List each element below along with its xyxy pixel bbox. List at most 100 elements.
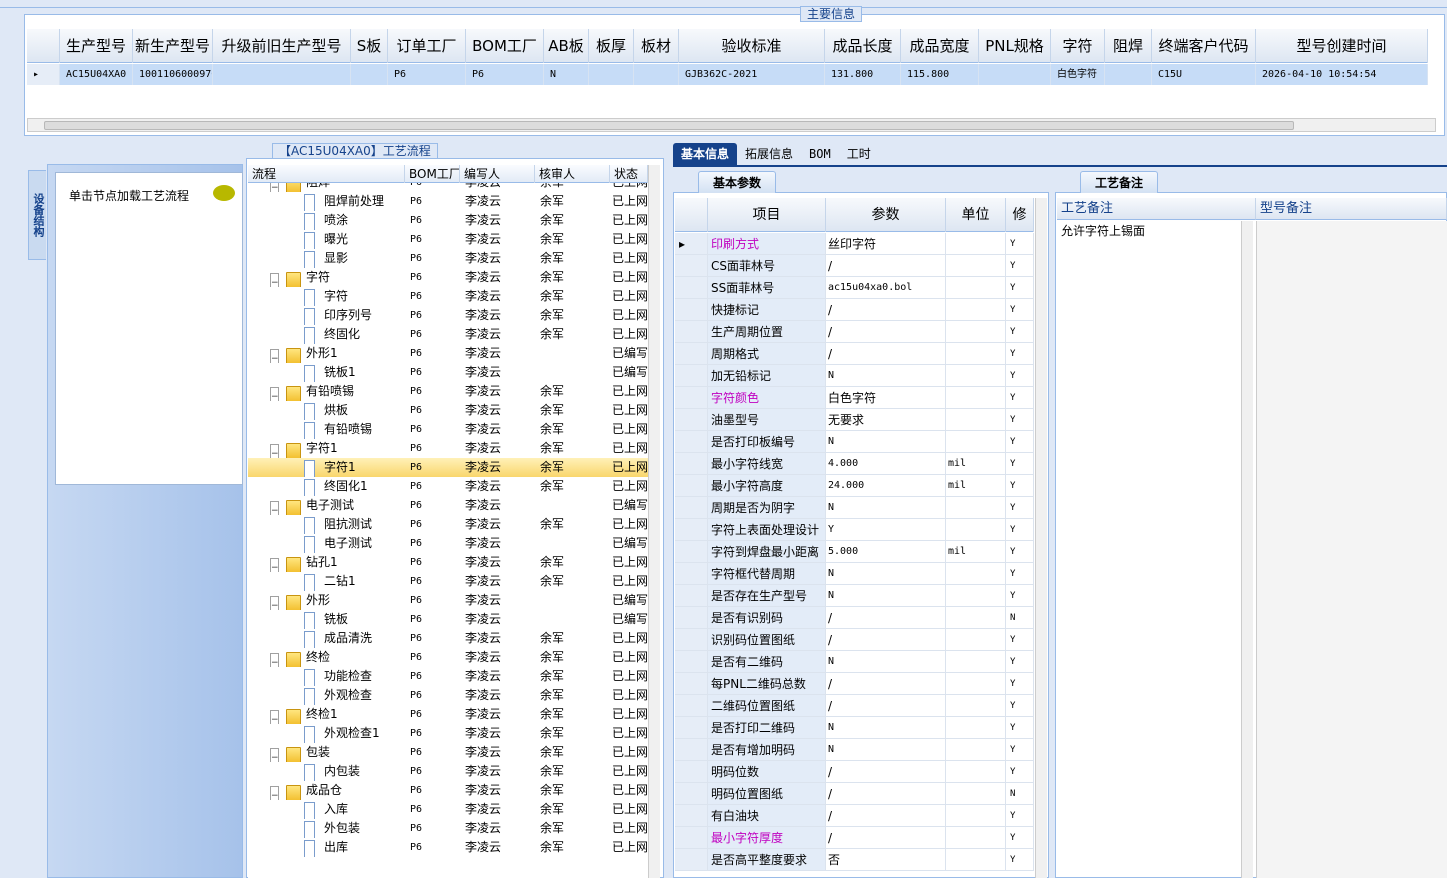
col-header[interactable]: 验收标准 [679,29,825,63]
col-header[interactable]: 订单工厂 [388,29,466,63]
param-row[interactable]: 字符颜色 白色字符 Y [675,387,1034,409]
col-header[interactable] [27,29,60,63]
tree-node[interactable]: 出库 P6 李凌云 余军 已上网 [248,838,648,857]
param-value[interactable]: / [826,321,946,343]
tree-node[interactable]: 阻抗测试 P6 李凌云 余军 已上网 [248,515,648,534]
tree-node[interactable]: 终固化 P6 李凌云 余军 已上网 [248,325,648,344]
flow-col-header[interactable]: 流程 [248,165,405,183]
col-header[interactable]: 成品宽度 [901,29,979,63]
param-row[interactable]: 识别码位置图纸 / Y [675,629,1034,651]
param-value[interactable]: 5.000 [826,541,946,563]
tree-node[interactable]: − 外形 P6 李凌云 已编写 [248,591,648,610]
param-row[interactable]: 快捷标记 / Y [675,299,1034,321]
tree-node[interactable]: 外观检查 P6 李凌云 余军 已上网 [248,686,648,705]
tree-node[interactable]: 终固化1 P6 李凌云 余军 已上网 [248,477,648,496]
param-value[interactable]: / [826,607,946,629]
tree-node[interactable]: 成品清洗 P6 李凌云 余军 已上网 [248,629,648,648]
param-row[interactable]: SS面菲林号 ac15u04xa0.bol Y [675,277,1034,299]
param-value[interactable]: / [826,673,946,695]
col-header[interactable]: 板材 [634,29,679,63]
col-header[interactable]: 终端客户代码 [1152,29,1256,63]
tree-node[interactable]: − 字符 P6 李凌云 余军 已上网 [248,268,648,287]
collapse-toggle-icon[interactable]: − [270,786,279,800]
tree-node[interactable]: 电子测试 P6 李凌云 已编写 [248,534,648,553]
param-row[interactable]: 字符到焊盘最小距离 5.000 mil Y [675,541,1034,563]
collapse-toggle-icon[interactable]: − [270,558,279,572]
tree-node[interactable]: − 阻焊 P6李凌云余军已上网 [248,183,648,192]
param-row[interactable]: 最小字符线宽 4.000 mil Y [675,453,1034,475]
param-row[interactable]: 最小字符高度 24.000 mil Y [675,475,1034,497]
param-row[interactable]: CS面菲林号 / Y [675,255,1034,277]
param-row[interactable]: 最小字符厚度 / Y [675,827,1034,849]
col-header[interactable]: 阻焊 [1105,29,1152,63]
param-row[interactable]: 周期格式 / Y [675,343,1034,365]
param-row[interactable]: 生产周期位置 / Y [675,321,1034,343]
param-row[interactable]: 每PNL二维码总数 / Y [675,673,1034,695]
param-value[interactable]: N [826,431,946,453]
param-row[interactable]: 是否打印板编号 N Y [675,431,1034,453]
param-value[interactable]: / [826,827,946,849]
param-value[interactable]: / [826,299,946,321]
param-row[interactable]: ▸ 印刷方式 丝印字符 Y [675,233,1034,255]
param-value[interactable]: ac15u04xa0.bol [826,277,946,299]
detail-tab[interactable]: BOM [801,143,839,165]
flow-vscrollbar[interactable] [648,165,660,878]
param-value[interactable]: / [826,695,946,717]
param-value[interactable]: 无要求 [826,409,946,431]
param-row[interactable]: 是否有增加明码 N Y [675,739,1034,761]
param-row[interactable]: 明码位置图纸 / N [675,783,1034,805]
tree-node[interactable]: 烘板 P6 李凌云 余军 已上网 [248,401,648,420]
param-value[interactable]: N [826,651,946,673]
tree-node[interactable]: − 钻孔1 P6 李凌云 余军 已上网 [248,553,648,572]
tree-node[interactable]: 字符 P6 李凌云 余军 已上网 [248,287,648,306]
tree-node[interactable]: 铣板 P6 李凌云 已编写 [248,610,648,629]
param-row[interactable]: 是否存在生产型号 N Y [675,585,1034,607]
collapse-toggle-icon[interactable]: − [270,183,279,192]
param-value[interactable]: / [826,783,946,805]
collapse-toggle-icon[interactable]: − [270,596,279,610]
tree-node[interactable]: 入库 P6 李凌云 余军 已上网 [248,800,648,819]
param-row[interactable]: 字符上表面处理设计 Y Y [675,519,1034,541]
tree-node[interactable]: 阻焊前处理 P6 李凌云 余军 已上网 [248,192,648,211]
param-row[interactable]: 加无铅标记 N Y [675,365,1034,387]
notes-text[interactable]: 允许字符上锡面 [1061,222,1145,239]
param-value[interactable]: 否 [826,849,946,871]
param-value[interactable]: 24.000 [826,475,946,497]
col-header[interactable]: S板 [351,29,388,63]
col-header[interactable]: BOM工厂 [466,29,544,63]
col-header[interactable]: 新生产型号 [133,29,213,63]
param-row[interactable]: 是否有二维码 N Y [675,651,1034,673]
flow-col-header[interactable]: 状态 [610,165,648,183]
col-header[interactable]: 型号创建时间 [1256,29,1428,63]
param-value[interactable]: / [826,629,946,651]
param-value[interactable]: N [826,739,946,761]
tree-node[interactable]: 铣板1 P6 李凌云 已编写 [248,363,648,382]
tree-node[interactable]: 内包装 P6 李凌云 余军 已上网 [248,762,648,781]
col-header[interactable]: 生产型号 [60,29,133,63]
flow-col-header[interactable]: BOM工厂 [405,165,460,183]
detail-tab[interactable]: 基本信息 [673,143,738,165]
params-col-header[interactable]: 单位 [946,198,1006,232]
col-header[interactable]: 成品长度 [825,29,901,63]
params-col-header[interactable]: 修 [1006,198,1034,232]
collapse-toggle-icon[interactable]: − [270,501,279,515]
col-header[interactable]: PNL规格 [979,29,1051,63]
collapse-toggle-icon[interactable]: − [270,273,279,287]
param-value[interactable]: N [826,585,946,607]
tree-node[interactable]: 喷涂 P6 李凌云 余军 已上网 [248,211,648,230]
subtab-basic-params[interactable]: 基本参数 [698,171,777,193]
param-row[interactable]: 是否有识别码 / N [675,607,1034,629]
detail-tab[interactable]: 拓展信息 [737,143,801,165]
tree-node[interactable]: 印序列号 P6 李凌云 余军 已上网 [248,306,648,325]
param-value[interactable]: N [826,365,946,387]
col-header[interactable]: 板厚 [589,29,634,63]
tree-node[interactable]: 二钻1 P6 李凌云 余军 已上网 [248,572,648,591]
tree-node[interactable]: − 外形1 P6 李凌云 已编写 [248,344,648,363]
main-grid-hscrollbar[interactable] [27,118,1436,132]
collapse-toggle-icon[interactable]: − [270,349,279,363]
tree-node[interactable]: 外包装 P6 李凌云 余军 已上网 [248,819,648,838]
collapse-toggle-icon[interactable]: − [270,748,279,762]
param-value[interactable]: N [826,563,946,585]
param-value[interactable]: 丝印字符 [826,233,946,255]
tree-node[interactable]: − 包装 P6 李凌云 余军 已上网 [248,743,648,762]
